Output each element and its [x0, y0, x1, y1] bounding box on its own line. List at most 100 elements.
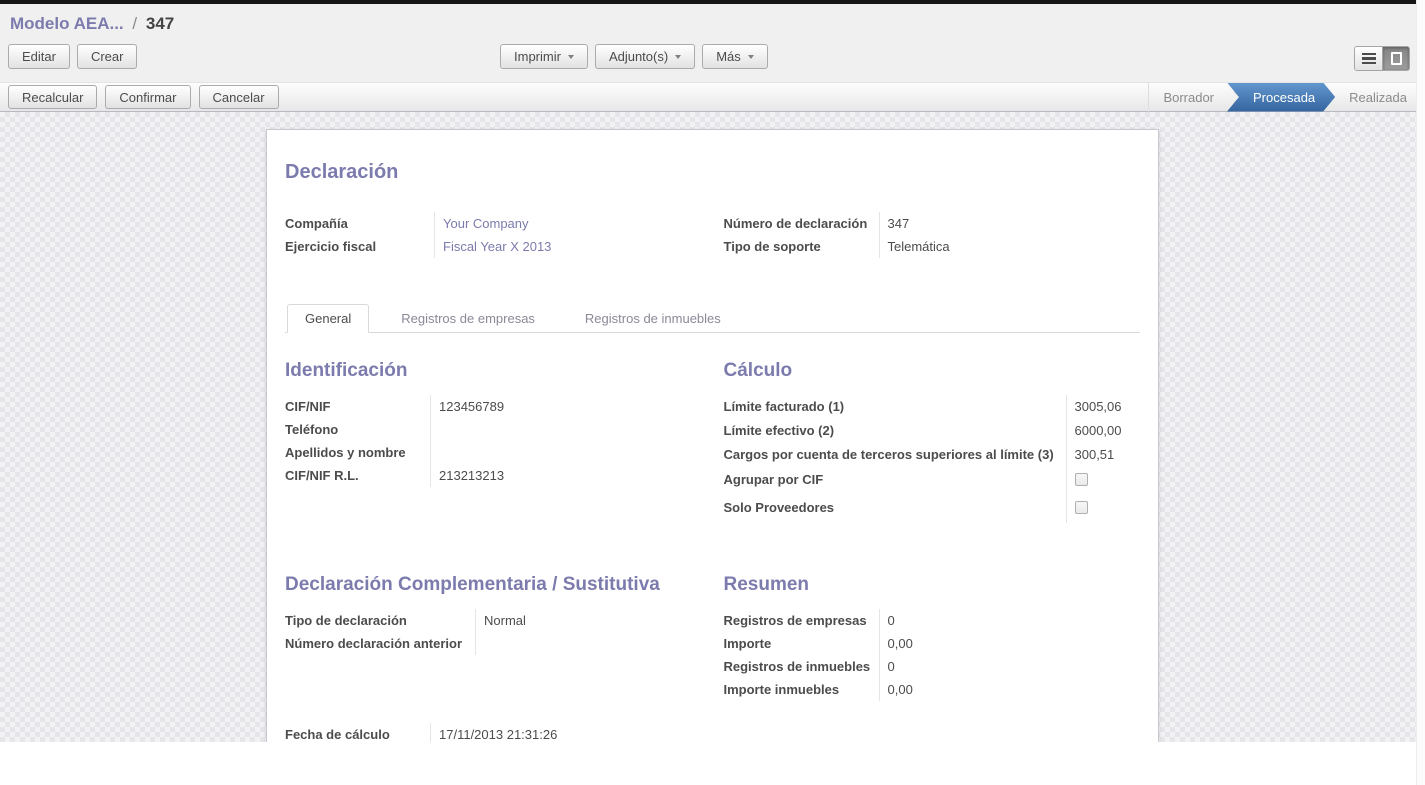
- field-ejercicio-fiscal: Ejercicio fiscal Fiscal Year X 2013: [285, 235, 702, 258]
- field-tipo-soporte: Tipo de soporte Telemática: [724, 235, 1141, 258]
- tab-content-general: Identificación CIF/NIF 123456789 Teléfon…: [285, 333, 1140, 742]
- field-numero-declaracion-anterior: Número declaración anterior: [285, 632, 702, 655]
- recalculate-button[interactable]: Recalcular: [8, 85, 97, 109]
- breadcrumb-separator: /: [128, 14, 141, 33]
- header-fields-right: Número de declaración 347 Tipo de soport…: [724, 212, 1141, 258]
- field-limite-facturado: Límite facturado (1) 3005,06: [724, 395, 1141, 419]
- list-view-button[interactable]: [1355, 47, 1382, 70]
- breadcrumb: Modelo AEA... / 347: [0, 4, 1425, 44]
- edit-button[interactable]: Editar: [8, 44, 70, 69]
- field-label: Teléfono: [285, 418, 430, 441]
- field-numero-declaracion: Número de declaración 347: [724, 212, 1141, 235]
- field-label: Tipo de soporte: [724, 235, 879, 258]
- field-value: 213213213: [430, 464, 702, 487]
- status-procesada: Procesada: [1227, 83, 1335, 112]
- field-label: Apellidos y nombre: [285, 441, 430, 464]
- field-label: Número declaración anterior: [285, 632, 475, 655]
- field-apellidos-nombre: Apellidos y nombre: [285, 441, 702, 464]
- create-button[interactable]: Crear: [77, 44, 138, 69]
- field-value: 17/11/2013 21:31:26: [430, 723, 1140, 742]
- field-label: Importe inmuebles: [724, 678, 879, 701]
- page-header: Modelo AEA... / 347 Editar Crear Imprimi…: [0, 4, 1425, 82]
- attachments-button[interactable]: Adjunto(s): [595, 44, 695, 69]
- field-compania: Compañía Your Company: [285, 212, 702, 235]
- field-value: 0: [879, 655, 1141, 678]
- header-fields-left: Compañía Your Company Ejercicio fiscal F…: [285, 212, 702, 258]
- solo-proveedores-checkbox[interactable]: [1075, 501, 1088, 514]
- section-complementaria: Declaración Complementaria / Sustitutiva…: [285, 574, 702, 701]
- confirm-button[interactable]: Confirmar: [105, 85, 190, 109]
- tab-registros-empresas[interactable]: Registros de empresas: [383, 304, 553, 333]
- field-registros-inmuebles: Registros de inmuebles 0: [724, 655, 1141, 678]
- field-label: Agrupar por CIF: [724, 467, 1066, 495]
- field-value: [430, 441, 702, 464]
- field-value: Telemática: [879, 235, 1141, 258]
- field-value: Normal: [475, 609, 702, 632]
- field-value: 0,00: [879, 678, 1141, 701]
- field-value: 3005,06: [1066, 395, 1141, 419]
- section-title: Identificación: [285, 360, 702, 382]
- form-background: Declaración Compañía Your Company Ejerci…: [0, 112, 1425, 742]
- field-label: Registros de inmuebles: [724, 655, 879, 678]
- field-label: Límite facturado (1): [724, 395, 1066, 419]
- section-title: Resumen: [724, 574, 1141, 596]
- field-label: Cargos por cuenta de terceros superiores…: [724, 443, 1066, 467]
- caret-down-icon: [675, 55, 681, 59]
- section-identificacion: Identificación CIF/NIF 123456789 Teléfon…: [285, 360, 702, 523]
- field-cargos-terceros: Cargos por cuenta de terceros superiores…: [724, 443, 1141, 467]
- field-label: Límite efectivo (2): [724, 419, 1066, 443]
- statusbar: Borrador Procesada Realizada: [1148, 83, 1425, 112]
- tab-general[interactable]: General: [287, 304, 369, 333]
- field-value: 347: [879, 212, 1141, 235]
- status-realizada: Realizada: [1335, 83, 1425, 112]
- field-fecha-calculo: Fecha de cálculo 17/11/2013 21:31:26: [285, 723, 1140, 742]
- field-label: CIF/NIF R.L.: [285, 464, 430, 487]
- attachments-button-label: Adjunto(s): [609, 49, 668, 64]
- section-resumen: Resumen Registros de empresas 0 Importe …: [724, 574, 1141, 701]
- company-link[interactable]: Your Company: [434, 212, 702, 235]
- print-button[interactable]: Imprimir: [500, 44, 588, 69]
- caret-down-icon: [568, 55, 574, 59]
- field-registros-empresas: Registros de empresas 0: [724, 609, 1141, 632]
- field-label: CIF/NIF: [285, 395, 430, 418]
- form-sheet: Declaración Compañía Your Company Ejerci…: [266, 129, 1159, 742]
- tab-registros-inmuebles[interactable]: Registros de inmuebles: [567, 304, 739, 333]
- field-telefono: Teléfono: [285, 418, 702, 441]
- field-value: [475, 632, 702, 655]
- status-borrador: Borrador: [1149, 83, 1228, 112]
- section-title: Cálculo: [724, 360, 1141, 382]
- section-title: Declaración Complementaria / Sustitutiva: [285, 574, 702, 596]
- section-calculo: Cálculo Límite facturado (1) 3005,06 Lím…: [724, 360, 1141, 523]
- field-solo-proveedores: Solo Proveedores: [724, 495, 1141, 523]
- field-importe-inmuebles: Importe inmuebles 0,00: [724, 678, 1141, 701]
- agrupar-por-cif-checkbox[interactable]: [1075, 473, 1088, 486]
- field-limite-efectivo: Límite efectivo (2) 6000,00: [724, 419, 1141, 443]
- vertical-scrollbar[interactable]: [1416, 0, 1425, 785]
- field-tipo-declaracion: Tipo de declaración Normal: [285, 609, 702, 632]
- field-cif-nif: CIF/NIF 123456789: [285, 395, 702, 418]
- fiscal-year-link[interactable]: Fiscal Year X 2013: [434, 235, 702, 258]
- field-value: [1066, 495, 1141, 523]
- view-switcher: [1354, 46, 1410, 71]
- form-view-button[interactable]: [1382, 47, 1409, 70]
- field-value: [1066, 467, 1141, 495]
- more-button[interactable]: Más: [702, 44, 768, 69]
- field-value: 0: [879, 609, 1141, 632]
- notebook-tabs: General Registros de empresas Registros …: [285, 304, 1140, 333]
- cancel-button[interactable]: Cancelar: [199, 85, 279, 109]
- field-cif-nif-rl: CIF/NIF R.L. 213213213: [285, 464, 702, 487]
- page-title: Declaración: [285, 161, 1140, 184]
- field-label: Tipo de declaración: [285, 609, 475, 632]
- field-value: 300,51: [1066, 443, 1141, 467]
- field-value: 0,00: [879, 632, 1141, 655]
- field-importe: Importe 0,00: [724, 632, 1141, 655]
- breadcrumb-parent-link[interactable]: Modelo AEA...: [10, 14, 124, 33]
- more-button-label: Más: [716, 49, 741, 64]
- field-label: Ejercicio fiscal: [285, 235, 434, 258]
- workflow-toolbar: Recalcular Confirmar Cancelar Borrador P…: [0, 82, 1425, 112]
- field-agrupar-por-cif: Agrupar por CIF: [724, 467, 1141, 495]
- print-button-label: Imprimir: [514, 49, 561, 64]
- field-label: Compañía: [285, 212, 434, 235]
- field-label: Importe: [724, 632, 879, 655]
- field-label: Registros de empresas: [724, 609, 879, 632]
